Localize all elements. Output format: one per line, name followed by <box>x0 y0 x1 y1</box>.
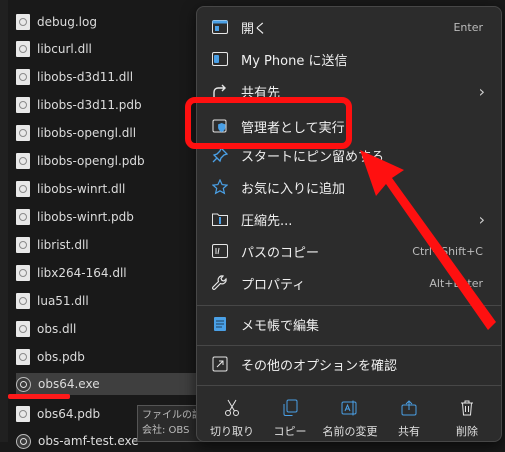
delete-button[interactable]: 削除 <box>438 395 496 443</box>
file-row[interactable]: librist.dll <box>16 234 196 256</box>
menu-item-label: その他のオプションを確認 <box>241 358 398 374</box>
file-row[interactable]: libobs-opengl.dll <box>16 122 196 144</box>
menu-separator <box>197 345 501 346</box>
file-name: libobs-d3d11.pdb <box>37 98 142 112</box>
rename-icon <box>341 397 359 419</box>
file-row[interactable]: lua51.dll <box>16 290 196 312</box>
share-icon <box>401 397 417 419</box>
menu-separator <box>197 305 501 306</box>
file-icon <box>16 209 30 225</box>
menu-item-copy-path[interactable]: パスのコピー Ctrl+Shift+C <box>203 236 495 266</box>
dll-file-icon <box>16 265 30 281</box>
copy-icon <box>282 397 298 419</box>
file-row[interactable]: libobs-winrt.pdb <box>16 206 196 228</box>
file-name: libobs-winrt.dll <box>37 182 126 196</box>
annotation-underline <box>8 394 70 399</box>
copy-button[interactable]: コピー <box>261 395 319 443</box>
file-icon <box>16 97 30 113</box>
wrench-icon <box>211 274 229 292</box>
dll-file-icon <box>16 293 30 309</box>
file-row[interactable]: libobs-winrt.dll <box>16 178 196 200</box>
context-menu: 開く Enter My Phone に送信 共有先 › 管理者として実行 スター… <box>196 6 502 442</box>
menu-item-send-to-my-phone[interactable]: My Phone に送信 <box>203 44 495 74</box>
menu-item-label: プロパティ <box>241 277 306 293</box>
menu-item-properties[interactable]: プロパティ Alt+Enter <box>203 268 495 298</box>
delete-label: 削除 <box>456 425 478 438</box>
menu-item-label: パスのコピー <box>241 245 320 261</box>
menu-item-show-more-options[interactable]: その他のオプションを確認 <box>203 349 495 379</box>
phone-icon <box>211 50 229 68</box>
file-row[interactable]: libobs-d3d11.dll <box>16 66 196 88</box>
menu-item-shortcut: Enter <box>453 20 483 34</box>
open-icon <box>211 18 229 36</box>
file-name: obs-amf-test.exe <box>38 434 139 448</box>
tooltip-line-description: ファイルの説明: OBS Studio <box>142 410 206 421</box>
file-row[interactable]: libobs-opengl.pdb <box>16 150 196 172</box>
file-name: libobs-opengl.pdb <box>37 154 145 168</box>
file-row[interactable]: libcurl.dll <box>16 38 196 60</box>
file-name: librist.dll <box>37 238 89 252</box>
file-name: libx264-164.dll <box>37 266 127 280</box>
rename-label: 名前の変更 <box>322 425 378 438</box>
file-name: obs.pdb <box>37 350 85 364</box>
menu-item-compress-to[interactable]: 圧縮先... › <box>203 204 495 234</box>
cut-button[interactable]: 切り取り <box>203 395 261 443</box>
dll-file-icon <box>16 125 30 141</box>
menu-item-add-to-favorites[interactable]: お気に入りに追加 <box>203 172 495 202</box>
file-name: libobs-winrt.pdb <box>37 210 134 224</box>
chevron-right-icon: › <box>478 209 485 229</box>
file-row[interactable]: libx264-164.dll <box>16 262 196 284</box>
dll-file-icon <box>16 181 30 197</box>
file-icon <box>16 14 30 30</box>
path-icon <box>211 242 229 260</box>
trash-icon <box>460 397 474 419</box>
tooltip-line-company: 会社: OBS <box>142 425 190 436</box>
copy-label: コピー <box>273 425 307 438</box>
dll-file-icon <box>16 69 30 85</box>
file-icon <box>16 349 30 365</box>
share-button[interactable]: 共有 <box>380 395 438 443</box>
file-name: lua51.dll <box>37 294 89 308</box>
dll-file-icon <box>16 41 30 57</box>
file-name: libcurl.dll <box>37 42 92 56</box>
scissors-icon <box>224 397 240 419</box>
share-label: 共有 <box>398 425 420 438</box>
dll-file-icon <box>16 237 30 253</box>
menu-item-edit-in-notepad[interactable]: メモ帳で編集 <box>203 309 495 339</box>
star-icon <box>211 178 229 196</box>
file-row[interactable]: libobs-d3d11.pdb <box>16 94 196 116</box>
file-icon <box>16 153 30 169</box>
menu-item-label: メモ帳で編集 <box>241 318 320 334</box>
menu-item-open[interactable]: 開く Enter <box>203 12 495 42</box>
file-name: libobs-d3d11.dll <box>37 70 134 84</box>
menu-item-shortcut: Ctrl+Shift+C <box>412 244 483 258</box>
menu-item-label: 開く <box>241 21 268 37</box>
chevron-right-icon: › <box>478 81 485 101</box>
file-icon <box>16 406 30 422</box>
menu-item-label: 圧縮先... <box>241 213 293 229</box>
exe-file-icon <box>16 433 31 449</box>
menu-separator <box>197 385 501 386</box>
file-row[interactable]: obs.dll <box>16 318 196 340</box>
dll-file-icon <box>16 321 30 337</box>
file-row-selected[interactable]: obs64.exe <box>16 373 206 395</box>
file-row[interactable]: obs.pdb <box>16 346 196 368</box>
cut-label: 切り取り <box>210 425 254 438</box>
zip-icon <box>211 210 229 228</box>
file-row[interactable]: debug.log <box>16 11 196 33</box>
menu-item-shortcut: Alt+Enter <box>429 276 483 290</box>
annotation-highlight-box <box>185 97 352 149</box>
menu-item-label: お気に入りに追加 <box>241 181 346 197</box>
file-name: debug.log <box>37 15 97 29</box>
file-name: libobs-opengl.dll <box>37 126 137 140</box>
file-name: obs.dll <box>37 322 77 336</box>
notepad-icon <box>211 315 229 333</box>
rename-button[interactable]: 名前の変更 <box>319 395 381 443</box>
obs-app-icon <box>16 376 31 392</box>
file-name: obs64.exe <box>38 377 100 391</box>
file-name: obs64.pdb <box>37 407 101 421</box>
more-options-icon <box>211 355 229 373</box>
menu-item-label: My Phone に送信 <box>241 53 348 69</box>
